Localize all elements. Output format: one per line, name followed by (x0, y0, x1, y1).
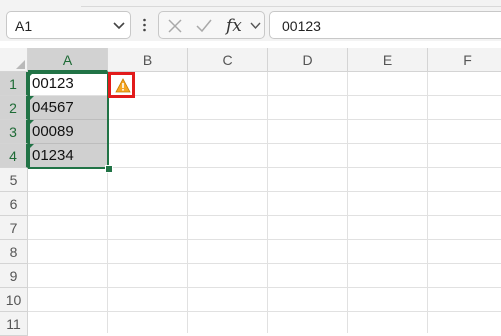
ribbon-bottom-edge (0, 0, 501, 10)
error-checking-button[interactable] (108, 72, 135, 98)
column-header-d[interactable]: D (268, 48, 348, 72)
cell-a1-value: 00123 (32, 75, 74, 92)
select-all-triangle-icon (16, 60, 25, 69)
chevron-down-icon[interactable] (112, 20, 126, 32)
checkmark-icon[interactable] (195, 18, 213, 34)
row-header-2[interactable]: 2 (0, 96, 28, 120)
row-header-5[interactable]: 5 (0, 168, 28, 192)
cell-a2[interactable]: 04567 (28, 96, 108, 120)
error-indicator-icon (28, 96, 34, 102)
row-header-9[interactable]: 9 (0, 264, 28, 288)
cell-a4[interactable]: 01234 (28, 144, 108, 168)
formula-input[interactable]: 00123 (269, 11, 501, 39)
row-header-3[interactable]: 3 (0, 120, 28, 144)
name-box-value: A1 (15, 18, 33, 34)
formula-buttons: fx (158, 11, 265, 39)
fx-icon[interactable]: fx (226, 16, 242, 36)
row-header-7[interactable]: 7 (0, 216, 28, 240)
formula-input-value: 00123 (282, 18, 321, 34)
formula-bar-area: A1 fx 00123 (0, 10, 501, 41)
vertical-ellipsis-icon[interactable] (143, 18, 146, 32)
column-header-c[interactable]: C (188, 48, 268, 72)
chevron-down-icon[interactable] (250, 21, 261, 30)
error-indicator-icon (28, 72, 34, 78)
close-icon[interactable] (167, 18, 183, 34)
cell-a3-value: 00089 (32, 123, 74, 140)
error-indicator-icon (28, 120, 34, 126)
cell-a4-value: 01234 (32, 147, 74, 164)
name-box[interactable]: A1 (6, 11, 131, 39)
ribbon-divider (81, 0, 501, 7)
error-indicator-icon (28, 144, 34, 150)
fill-handle[interactable] (105, 165, 113, 173)
row-header-4[interactable]: 4 (0, 144, 28, 168)
cell-a1[interactable]: 00123 (28, 72, 108, 96)
column-header-a[interactable]: A (28, 48, 108, 72)
row-header-6[interactable]: 6 (0, 192, 28, 216)
row-header-10[interactable]: 10 (0, 288, 28, 312)
cell-a3[interactable]: 00089 (28, 120, 108, 144)
cell-a2-value: 04567 (32, 99, 74, 116)
row-header-8[interactable]: 8 (0, 240, 28, 264)
column-header-f[interactable]: F (428, 48, 501, 72)
warning-triangle-icon (115, 78, 131, 93)
cell-area[interactable]: 00123 04567 00089 01234 (28, 72, 501, 333)
column-header-e[interactable]: E (348, 48, 428, 72)
column-header-b[interactable]: B (108, 48, 188, 72)
row-header-1[interactable]: 1 (0, 72, 28, 96)
worksheet-grid: A B C D E F 1 2 3 4 5 6 7 8 9 10 11 0012… (0, 48, 501, 336)
row-header-11[interactable]: 11 (0, 312, 28, 336)
select-all-button[interactable] (0, 48, 28, 72)
